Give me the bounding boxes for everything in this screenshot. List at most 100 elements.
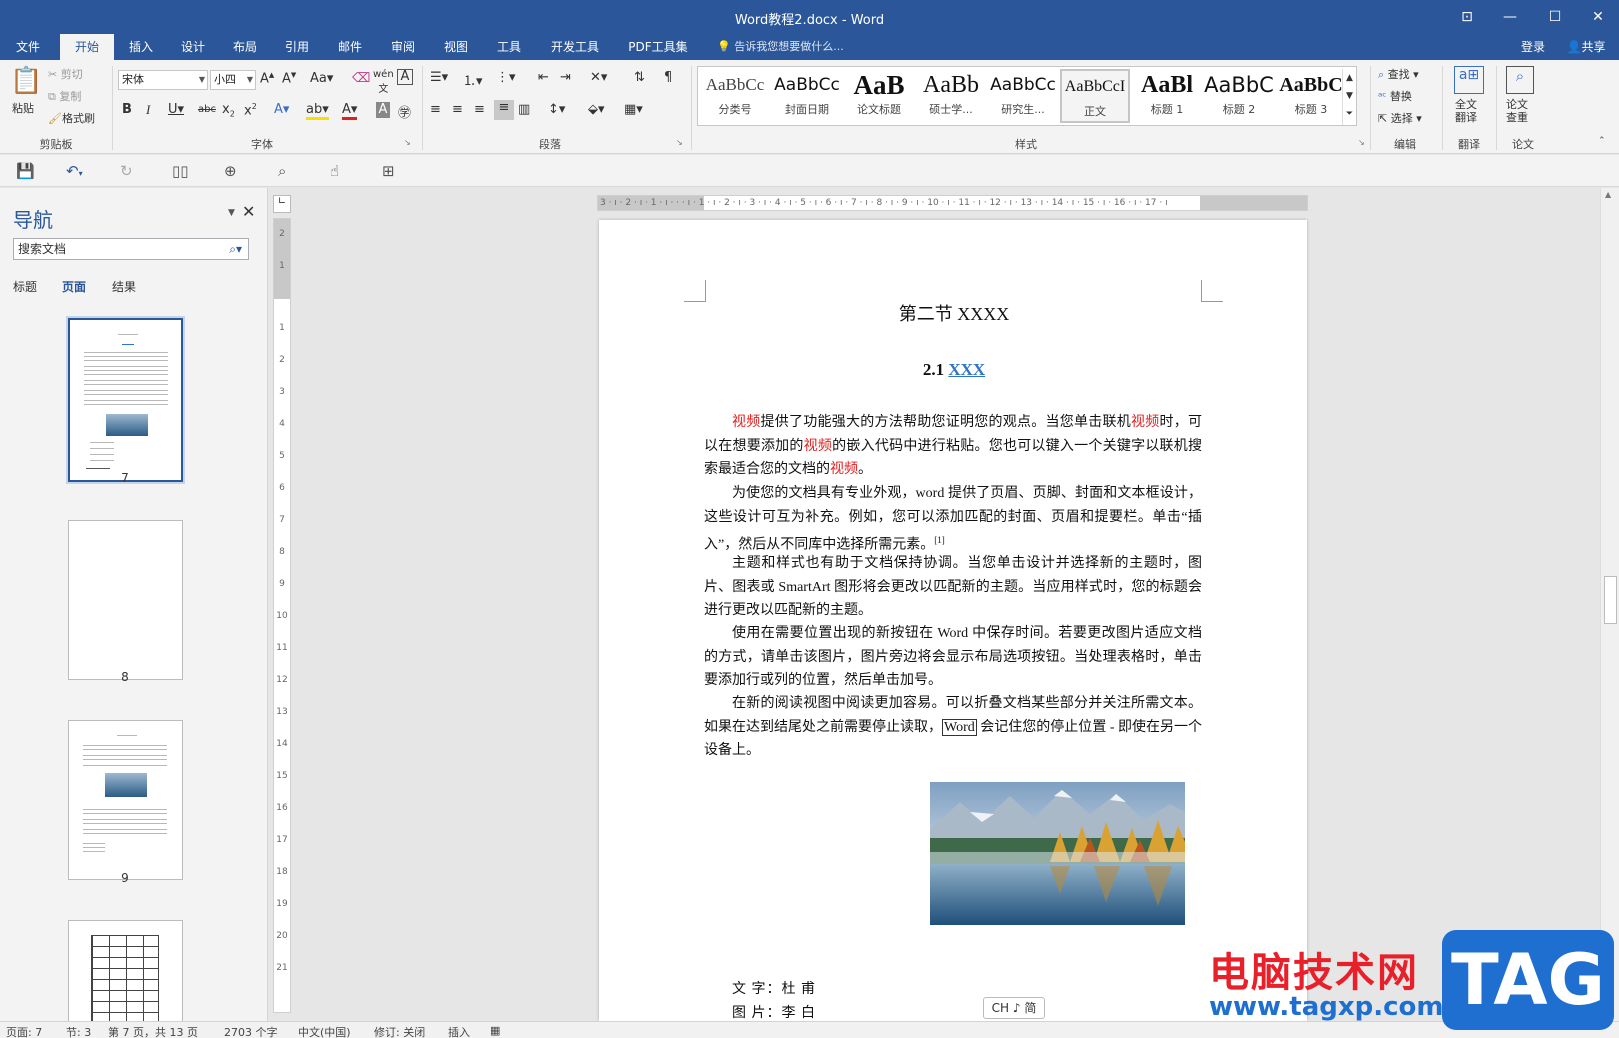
char-shading-icon[interactable]: A xyxy=(376,102,390,118)
style-item[interactable]: AaBb 硕士学... xyxy=(916,69,986,123)
status-page-count[interactable]: 第 7 页，共 13 页 xyxy=(108,1024,198,1038)
subscript-icon[interactable]: x2 xyxy=(222,102,235,119)
paragraph-dialog-launcher-icon[interactable]: ↘ xyxy=(676,138,683,147)
web-layout-icon[interactable]: ⊕ xyxy=(224,162,237,180)
search-icon[interactable]: ⌕▾ xyxy=(229,239,242,259)
cut-button[interactable]: ✂ 剪切 xyxy=(48,66,83,82)
shrink-font-icon[interactable]: A▼ xyxy=(282,71,296,86)
phonetic-guide-icon[interactable]: wén 文 xyxy=(373,69,394,95)
distributed-icon[interactable]: ▥ xyxy=(518,102,530,117)
status-word-count[interactable]: 2703 个字 xyxy=(224,1024,278,1038)
vertical-scrollbar[interactable]: ▲ xyxy=(1600,188,1619,1021)
tab-home[interactable]: 开始 xyxy=(60,34,114,60)
full-translate-button[interactable]: 全文 翻译 xyxy=(1455,98,1477,124)
decrease-indent-icon[interactable]: ⇤ xyxy=(538,70,549,85)
styles-gallery[interactable]: AaBbCc 分类号 AaBbCc 封面日期 AaB 论文标题 AaBb 硕士学... … xyxy=(697,66,1357,126)
enclose-char-icon[interactable]: ㊫ xyxy=(398,102,411,121)
change-case-icon[interactable]: Aa▾ xyxy=(310,71,333,86)
footnote-ref[interactable]: [1] xyxy=(934,535,945,545)
bullets-icon[interactable]: ☰▾ xyxy=(430,70,448,85)
increase-indent-icon[interactable]: ⇥ xyxy=(560,70,571,85)
scroll-up-icon[interactable]: ▲ xyxy=(1605,190,1611,199)
tab-insert[interactable]: 插入 xyxy=(116,34,166,60)
minimize-button[interactable]: — xyxy=(1495,6,1525,28)
page-thumbnail[interactable] xyxy=(68,318,183,482)
text-effects-icon[interactable]: A▾ xyxy=(274,102,289,117)
superscript-icon[interactable]: x2 xyxy=(244,102,257,118)
tab-developer[interactable]: 开发工具 xyxy=(538,34,612,60)
status-track-changes[interactable]: 修订: 关闭 xyxy=(374,1024,425,1038)
asian-layout-icon[interactable]: ✕▾ xyxy=(590,70,607,85)
status-insert-mode[interactable]: 插入 xyxy=(448,1024,470,1038)
paper-check-icon[interactable]: ⌕ xyxy=(1506,66,1534,94)
tab-references[interactable]: 引用 xyxy=(272,34,322,60)
replace-button[interactable]: ᵃᶜ 替换 xyxy=(1378,88,1412,104)
highlight-icon[interactable]: ab▾ xyxy=(306,102,329,120)
style-item[interactable]: AaBbCc 研究生... xyxy=(988,69,1058,123)
tab-design[interactable]: 设计 xyxy=(168,34,218,60)
tab-mailings[interactable]: 邮件 xyxy=(325,34,375,60)
copy-button[interactable]: ⧉ 复制 xyxy=(48,88,81,104)
paste-button[interactable]: 粘贴 xyxy=(12,100,34,116)
search-input[interactable]: 搜索文档 ⌕▾ xyxy=(13,238,249,260)
bold-icon[interactable]: B xyxy=(122,102,132,117)
font-color-icon[interactable]: A▾ xyxy=(342,102,358,120)
gallery-scroll-icon[interactable]: ▲ ▼ ⏷ xyxy=(1342,69,1356,125)
shading-icon[interactable]: ⬙▾ xyxy=(588,102,605,117)
format-painter-button[interactable]: 🖌格式刷 xyxy=(48,110,95,126)
share-button[interactable]: 👤共享 xyxy=(1556,34,1616,60)
style-item[interactable]: AaBbC 标题 2 xyxy=(1204,69,1274,123)
collapse-ribbon-icon[interactable]: ⌃ xyxy=(1598,136,1606,146)
paste-icon[interactable]: 📋 xyxy=(10,66,42,96)
ime-indicator[interactable]: CH ♪ 简 xyxy=(983,997,1045,1019)
style-item[interactable]: AaBbCc 分类号 xyxy=(700,69,770,123)
maximize-button[interactable]: ☐ xyxy=(1540,6,1570,28)
tab-pdf-tools[interactable]: PDF工具集 xyxy=(618,34,698,60)
align-center-icon[interactable]: ≡ xyxy=(452,102,463,117)
save-icon[interactable]: 💾 xyxy=(16,162,35,180)
tell-me-box[interactable]: 💡 告诉我您想要做什么... xyxy=(717,34,844,60)
close-button[interactable]: ✕ xyxy=(1583,6,1613,28)
ribbon-display-icon[interactable]: ⊡ xyxy=(1452,6,1482,28)
font-dialog-launcher-icon[interactable]: ↘ xyxy=(404,138,411,147)
underline-icon[interactable]: U▾ xyxy=(168,102,184,117)
tab-stop-selector[interactable]: ∟ xyxy=(273,195,291,213)
align-left-icon[interactable]: ≡ xyxy=(430,102,441,117)
char-border-icon[interactable]: A xyxy=(397,69,413,85)
tab-tools[interactable]: 工具 xyxy=(484,34,534,60)
document-body[interactable]: 第二节 XXXX 2.1 XXX 视频提供了功能强大的方法帮助您证明您的观点。当… xyxy=(704,220,1204,1021)
style-item[interactable]: AaBbC 标题 3 xyxy=(1276,69,1346,123)
multilevel-list-icon[interactable]: ⋮▾ xyxy=(496,70,516,85)
select-button[interactable]: ⇱ 选择 ▾ xyxy=(1378,110,1422,126)
landscape-image[interactable] xyxy=(930,782,1185,925)
strikethrough-icon[interactable]: abc xyxy=(198,104,216,115)
align-right-icon[interactable]: ≡ xyxy=(474,102,485,117)
justify-icon[interactable]: ≡ xyxy=(494,100,514,120)
style-item[interactable]: AaBl 标题 1 xyxy=(1132,69,1202,123)
translate-icon[interactable]: a⊞ xyxy=(1454,66,1484,94)
page-thumbnail[interactable] xyxy=(68,920,183,1021)
italic-icon[interactable]: I xyxy=(146,102,150,118)
status-language[interactable]: 中文(中国) xyxy=(298,1024,351,1038)
print-preview-icon[interactable]: ⌕ xyxy=(278,162,286,180)
document-page[interactable]: 第二节 XXXX 2.1 XXX 视频提供了功能强大的方法帮助您证明您的观点。当… xyxy=(599,220,1307,1021)
tab-view[interactable]: 视图 xyxy=(431,34,481,60)
page-thumbnail[interactable] xyxy=(68,720,183,880)
login-link[interactable]: 登录 xyxy=(1510,34,1556,60)
nav-tab-headings[interactable]: 标题 xyxy=(13,278,37,295)
sort-icon[interactable]: ⇅ xyxy=(634,70,645,85)
grow-font-icon[interactable]: A▲ xyxy=(260,71,274,86)
status-section[interactable]: 节: 3 xyxy=(66,1024,91,1038)
heading-link[interactable]: XXX xyxy=(948,360,985,379)
show-marks-icon[interactable]: ¶ xyxy=(664,70,672,85)
redo-icon[interactable]: ↻ xyxy=(120,162,133,180)
line-spacing-icon[interactable]: ↕▾ xyxy=(548,102,565,117)
vertical-ruler[interactable]: 2 1 1 2 3 4 5 6 7 8 9 10 11 12 13 14 15 … xyxy=(273,218,291,1013)
undo-icon[interactable]: ↶▾ xyxy=(66,162,83,180)
font-name-combo[interactable]: 宋体 ▼ xyxy=(118,70,208,90)
tab-review[interactable]: 审阅 xyxy=(378,34,428,60)
customize-qat-icon[interactable]: ⊞ xyxy=(382,162,395,180)
styles-dialog-launcher-icon[interactable]: ↘ xyxy=(1358,138,1365,147)
read-mode-icon[interactable]: ▯▯ xyxy=(172,162,189,180)
chevron-down-icon[interactable]: ▼ xyxy=(228,208,235,218)
